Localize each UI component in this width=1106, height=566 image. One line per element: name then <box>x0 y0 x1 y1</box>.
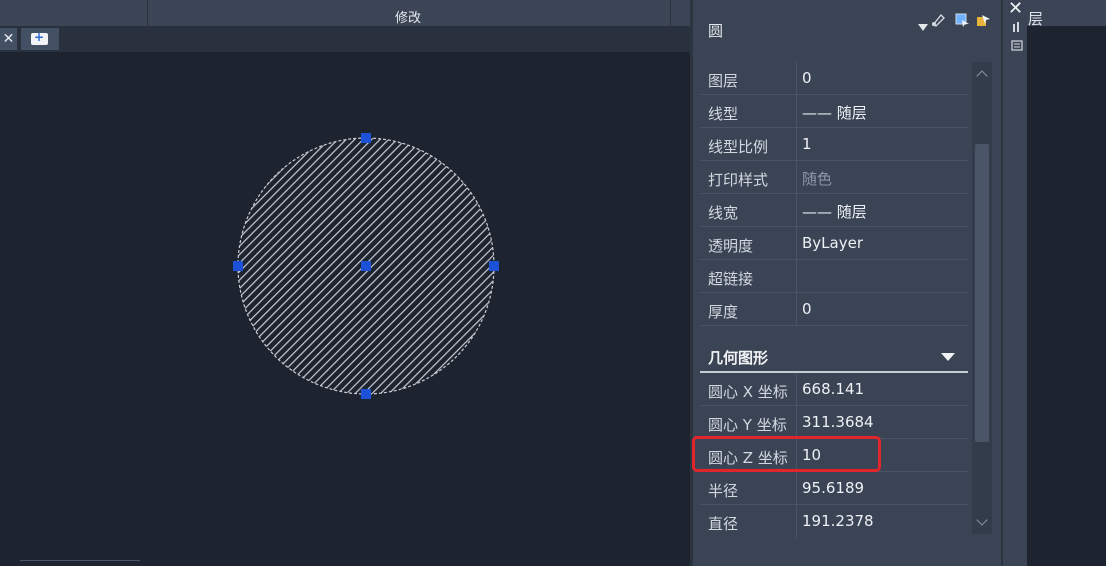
column-divider <box>796 194 797 227</box>
prop-row-hyperlink[interactable]: 超链接 <box>700 260 968 293</box>
prop-value: 311.3684 <box>802 413 874 431</box>
quick-select-icon[interactable] <box>930 12 946 28</box>
prop-label: 厚度 <box>708 303 739 321</box>
highlight-box <box>692 436 881 472</box>
column-divider <box>796 373 797 406</box>
palette-menu-icon[interactable] <box>1011 40 1023 51</box>
collapse-arrow-icon[interactable] <box>941 353 955 361</box>
canvas-svg <box>233 133 499 399</box>
prop-row-center-z[interactable]: 圆心 Z 坐标 10 <box>692 436 968 472</box>
grip-left[interactable] <box>233 261 243 271</box>
prop-value: ByLayer <box>802 234 863 252</box>
prop-label: 线型 <box>708 105 739 123</box>
column-divider <box>796 128 797 161</box>
prop-value: 0 <box>802 69 812 87</box>
close-icon[interactable]: ✕ <box>1008 0 1023 18</box>
prop-value: —— 随层 <box>802 104 867 122</box>
prop-label: 半径 <box>708 482 739 500</box>
column-divider <box>796 62 797 95</box>
object-type-value: 圆 <box>708 22 724 40</box>
properties-panel: 圆 图层 0 线型 —— 随层 线型比例 1 打印样式 随色 线宽 —— 随层 … <box>690 0 1027 566</box>
dropdown-arrow-icon <box>918 24 928 31</box>
ribbon-panel-left <box>0 0 148 26</box>
property-grid: 图层 0 线型 —— 随层 线型比例 1 打印样式 随色 线宽 —— 随层 透明… <box>692 62 968 538</box>
column-divider <box>796 227 797 260</box>
prop-row-plot-style[interactable]: 打印样式 随色 <box>700 161 968 194</box>
prop-value: 1 <box>802 135 812 153</box>
scroll-down-icon[interactable] <box>976 514 988 526</box>
palette-title-strip <box>1001 0 1027 566</box>
ribbon-modify-label: 修改 <box>395 11 422 26</box>
prop-row-radius[interactable]: 半径 95.6189 <box>700 472 968 505</box>
plus-icon: + <box>34 30 45 44</box>
prop-row-lineweight[interactable]: 线宽 —— 随层 <box>700 194 968 227</box>
toggle-pickadd-icon[interactable] <box>976 12 992 28</box>
drawing-tab-bar: ✕ + <box>0 26 690 52</box>
scroll-thumb[interactable] <box>975 144 989 442</box>
column-divider <box>796 95 797 128</box>
prop-row-transparency[interactable]: 透明度 ByLayer <box>700 227 968 260</box>
prop-value: 0 <box>802 300 812 318</box>
prop-value: 随色 <box>802 170 833 188</box>
grip-top[interactable] <box>361 133 371 143</box>
prop-label: 直径 <box>708 515 739 533</box>
layout-tabs[interactable] <box>20 560 140 566</box>
new-drawing-button[interactable]: + <box>21 28 59 50</box>
geometry-section-header[interactable]: 几何图形 <box>700 340 968 373</box>
prop-label: 图层 <box>708 72 739 90</box>
auto-hide-icon[interactable] <box>1011 22 1023 33</box>
panel-border <box>690 0 693 566</box>
object-type-dropdown[interactable]: 圆 <box>700 14 928 44</box>
close-tab-button[interactable]: ✕ <box>0 28 17 50</box>
column-divider <box>796 505 797 538</box>
column-divider <box>796 293 797 326</box>
prop-label: 圆心 Y 坐标 <box>708 416 787 434</box>
select-objects-icon[interactable] <box>954 12 970 28</box>
prop-row-center-y[interactable]: 圆心 Y 坐标 311.3684 <box>700 406 968 439</box>
prop-row-layer[interactable]: 图层 0 <box>700 62 968 95</box>
section-title: 几何图形 <box>708 349 769 367</box>
prop-value: 191.2378 <box>802 512 874 530</box>
prop-value: 95.6189 <box>802 479 865 497</box>
prop-row-center-x[interactable]: 圆心 X 坐标 668.141 <box>700 373 968 406</box>
outer-canvas-strip <box>1027 26 1106 566</box>
grip-right[interactable] <box>489 261 499 271</box>
grip-center[interactable] <box>361 261 371 271</box>
prop-label: 线型比例 <box>708 138 769 156</box>
column-divider <box>796 406 797 439</box>
prop-label: 圆心 X 坐标 <box>708 383 788 401</box>
properties-scrollbar[interactable] <box>972 62 992 534</box>
prop-label: 超链接 <box>708 270 754 288</box>
drawing-canvas[interactable] <box>0 52 690 566</box>
prop-label: 打印样式 <box>708 171 769 189</box>
prop-row-diameter[interactable]: 直径 191.2378 <box>700 505 968 538</box>
column-divider <box>796 260 797 293</box>
prop-row-linetype-scale[interactable]: 线型比例 1 <box>700 128 968 161</box>
prop-row-linetype[interactable]: 线型 —— 随层 <box>700 95 968 128</box>
grip-bottom[interactable] <box>361 389 371 399</box>
scroll-up-icon[interactable] <box>976 70 988 82</box>
prop-value: 668.141 <box>802 380 865 398</box>
column-divider <box>796 472 797 505</box>
column-divider <box>796 161 797 194</box>
prop-label: 线宽 <box>708 204 739 222</box>
prop-row-thickness[interactable]: 厚度 0 <box>700 293 968 326</box>
prop-value: —— 随层 <box>802 203 867 221</box>
prop-label: 透明度 <box>708 237 754 255</box>
